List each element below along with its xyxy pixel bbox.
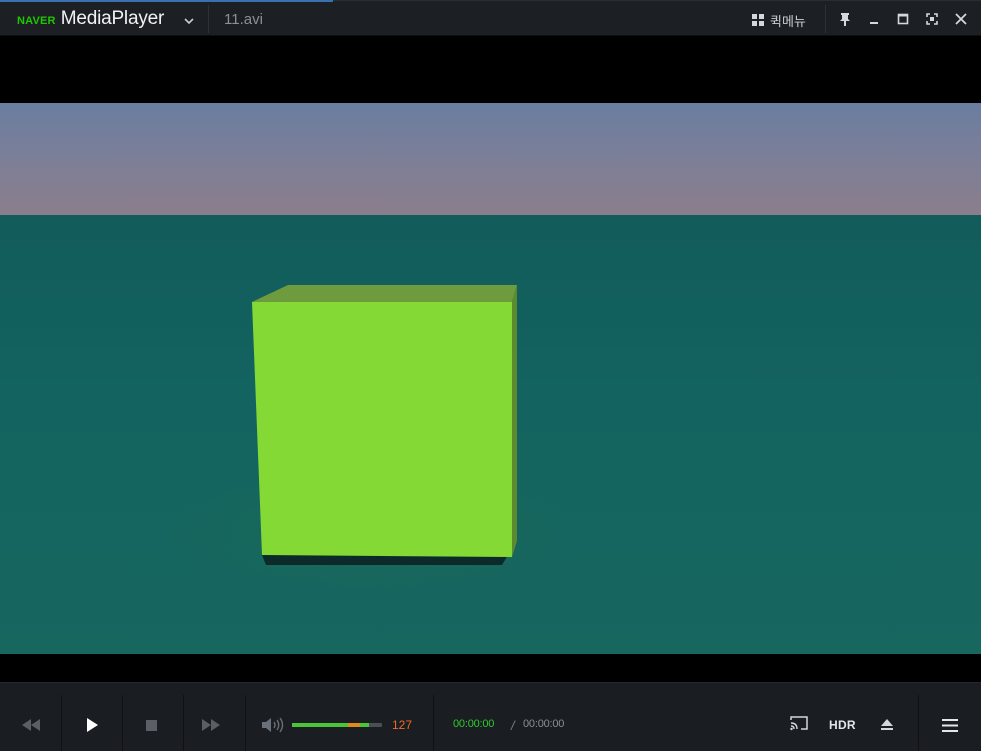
control-divider bbox=[183, 695, 184, 751]
menu-icon[interactable] bbox=[941, 716, 959, 734]
close-icon[interactable] bbox=[952, 10, 970, 28]
control-divider bbox=[918, 695, 919, 751]
chevron-down-icon[interactable] bbox=[183, 14, 195, 26]
video-frame[interactable] bbox=[0, 103, 981, 654]
rewind-icon[interactable] bbox=[20, 716, 42, 734]
minimize-icon[interactable] bbox=[865, 10, 883, 28]
cast-icon[interactable] bbox=[789, 715, 811, 733]
fullscreen-icon[interactable] bbox=[923, 10, 941, 28]
title-divider bbox=[825, 5, 826, 33]
app-title: MediaPlayer bbox=[60, 8, 165, 29]
eject-icon[interactable] bbox=[879, 716, 895, 734]
quick-menu-label: 퀵메뉴 bbox=[770, 14, 806, 30]
time-total[interactable]: 00:00:00 bbox=[523, 718, 564, 730]
stop-icon[interactable] bbox=[145, 716, 157, 734]
title-divider bbox=[208, 5, 209, 33]
time-separator: / bbox=[511, 718, 515, 733]
control-bar: 127 00:00:00 / 00:00:00 HDR bbox=[0, 682, 981, 751]
time-current[interactable]: 00:00:00 bbox=[453, 718, 494, 730]
app-logo[interactable]: NAVER MediaPlayer bbox=[17, 8, 164, 30]
play-icon[interactable] bbox=[84, 716, 100, 734]
letterbox-top bbox=[0, 37, 981, 103]
grid-icon bbox=[752, 14, 764, 26]
title-bar: NAVER MediaPlayer 11.avi 퀵메뉴 bbox=[0, 0, 981, 36]
volume-slider[interactable] bbox=[292, 723, 382, 727]
fast-forward-icon[interactable] bbox=[200, 716, 222, 734]
control-divider bbox=[61, 695, 62, 751]
speaker-icon[interactable] bbox=[261, 716, 285, 734]
control-divider bbox=[433, 695, 434, 751]
volume-value: 127 bbox=[392, 718, 413, 732]
volume-boost-fill bbox=[347, 723, 361, 727]
control-divider bbox=[122, 695, 123, 751]
file-name: 11.avi bbox=[224, 11, 263, 28]
green-cube bbox=[252, 285, 517, 565]
letterbox-bottom bbox=[0, 654, 981, 682]
hdr-button[interactable]: HDR bbox=[829, 718, 856, 732]
brand-prefix: NAVER bbox=[17, 15, 56, 27]
control-divider bbox=[245, 695, 246, 751]
pin-icon[interactable] bbox=[836, 10, 854, 28]
quick-menu-button[interactable]: 퀵메뉴 bbox=[752, 10, 806, 30]
maximize-icon[interactable] bbox=[894, 10, 912, 28]
